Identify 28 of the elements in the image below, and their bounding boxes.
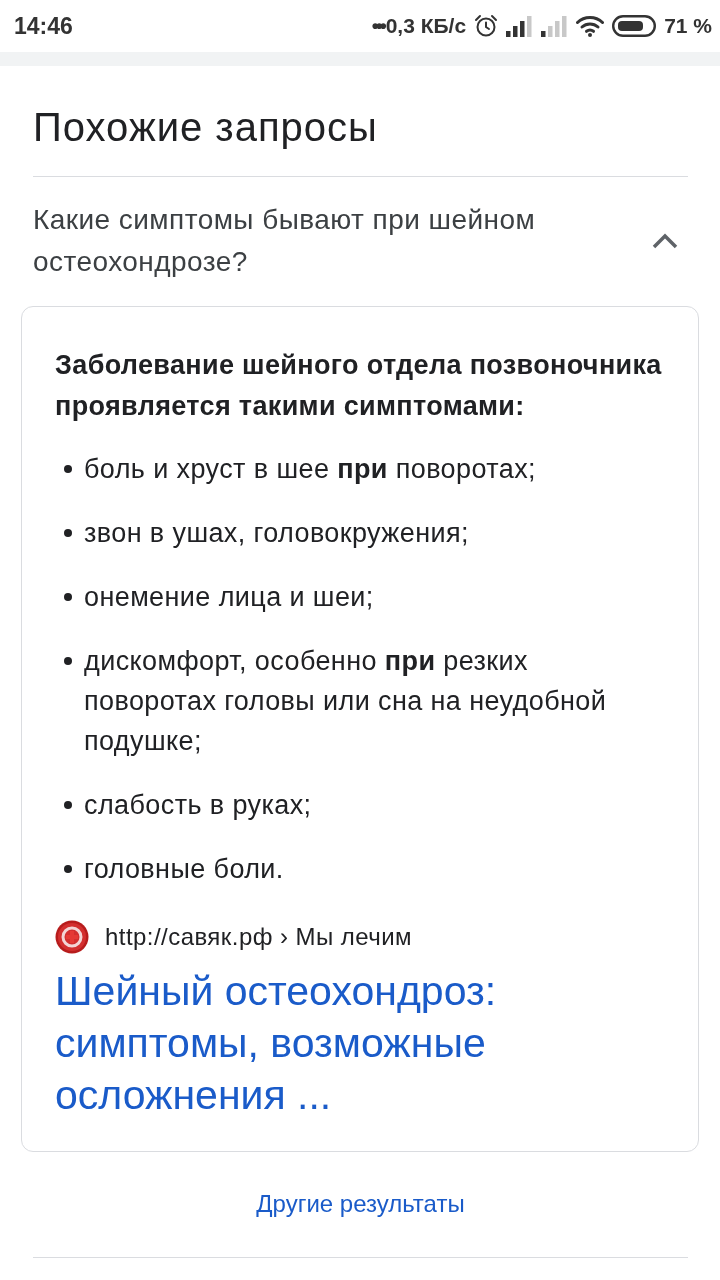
more-notifications-indicator: •••	[371, 14, 384, 38]
source-url: http://савяк.рф › Мы лечим	[105, 923, 413, 951]
signal-icon	[541, 15, 569, 37]
answer-heading: Заболевание шейного отдела позвоночника проявляется такими симптомами:	[55, 349, 663, 423]
list-item-text: головные боли.	[84, 853, 284, 886]
bullet-icon	[64, 657, 72, 665]
alarm-clock-icon	[474, 14, 499, 38]
clock-time: 14:46	[14, 12, 73, 40]
section-title: Похожие запросы	[33, 104, 688, 177]
wifi-icon	[576, 15, 605, 37]
battery-icon	[612, 15, 657, 37]
list-item-text: боль и хруст в шее при поворотах;	[84, 453, 536, 486]
question-accordion[interactable]: Какие симптомы бывают при шейном остеохондрозе?	[33, 199, 688, 283]
result-link[interactable]: Шейный остеохондроз: симптомы, возможные осложнения ...	[55, 965, 680, 1121]
bullet-icon	[64, 865, 72, 873]
list-item-text: дискомфорт, особенно при резких поворотах головы или сна на неудобной подушке;	[84, 645, 608, 758]
bullet-icon	[64, 593, 72, 601]
bullet-icon	[64, 529, 72, 537]
bullet-icon	[64, 465, 72, 473]
bullet-icon	[64, 801, 72, 809]
battery-percent: 71 %	[664, 14, 712, 38]
list-item-text: звон в ушах, головокружения;	[84, 517, 469, 550]
signal-icon	[506, 15, 534, 37]
more-results-link[interactable]: Другие результаты	[256, 1189, 465, 1219]
list-item-text: онемение лица и шеи;	[84, 581, 374, 614]
site-favicon-icon	[55, 920, 89, 954]
list-item-text: слабость в руках;	[84, 789, 312, 822]
network-speed: 0,3 КБ/с	[385, 14, 467, 38]
